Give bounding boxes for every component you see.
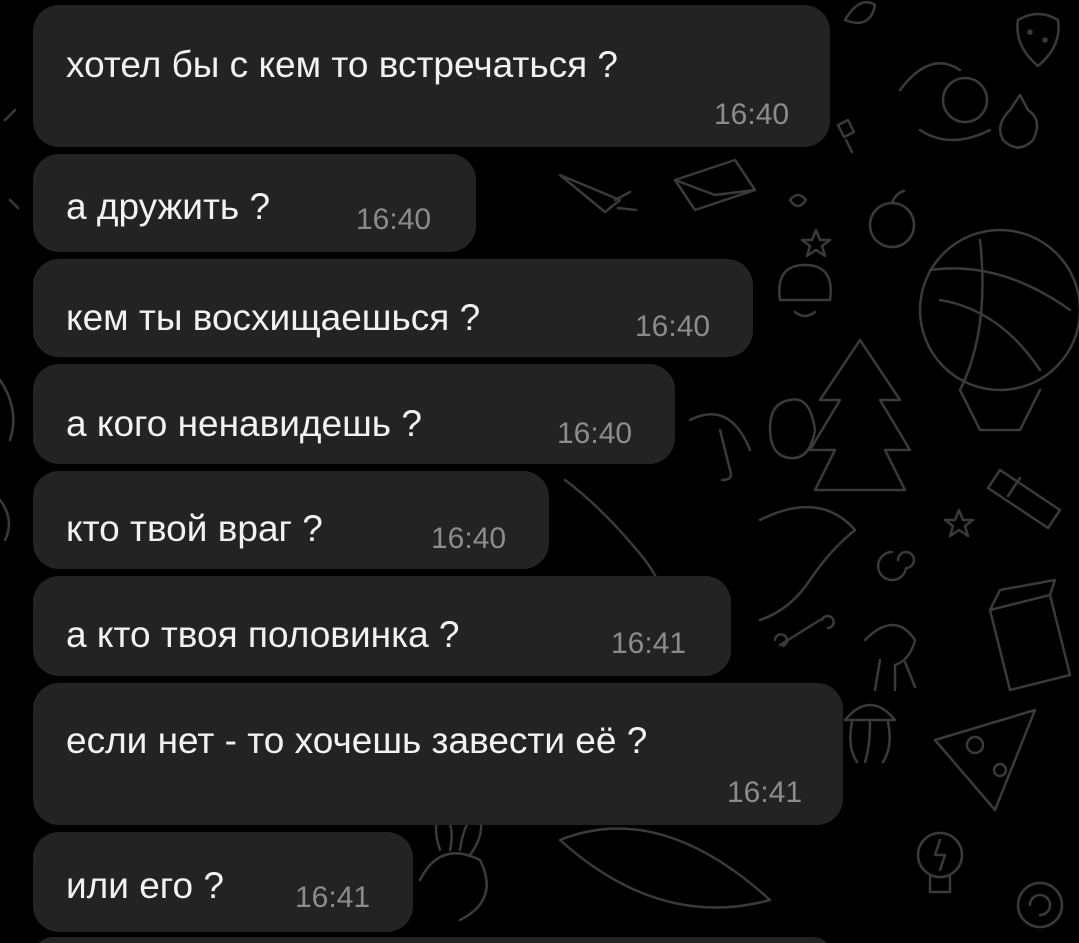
message-bubble[interactable]: если нет - то хочешь завести её ? 16:41 (33, 683, 843, 825)
message-text: а дружить ? (66, 186, 271, 227)
message-time: 16:41 (611, 627, 687, 660)
message-time: 16:41 (727, 776, 803, 809)
message-bubble[interactable]: а дружить ? 16:40 (33, 154, 476, 252)
message-text: если нет - то хочешь завести её ? (66, 720, 648, 761)
message-bubble[interactable]: кто твой враг ? 16:40 (33, 471, 549, 569)
message-bubble[interactable]: а кто твоя половинка ? 16:41 (33, 576, 731, 676)
message-time: 16:40 (635, 310, 711, 343)
message-text: а кого ненавидешь ? (66, 403, 422, 444)
message-bubble[interactable]: хотел бы с кем то встречаться ? 16:40 (33, 5, 830, 147)
message-bubble[interactable]: или его ? 16:41 (33, 832, 413, 932)
message-bubble-partial[interactable] (33, 937, 833, 943)
message-text: а кто твоя половинка ? (66, 614, 460, 655)
message-time: 16:40 (356, 203, 432, 236)
message-bubble[interactable]: кем ты восхищаешься ? 16:40 (33, 259, 753, 357)
message-text: кем ты восхищаешься ? (66, 297, 481, 338)
message-text: кто твой враг ? (66, 508, 323, 549)
message-time: 16:40 (431, 522, 507, 555)
message-time: 16:40 (714, 98, 790, 131)
message-bubble[interactable]: а кого ненавидешь ? 16:40 (33, 364, 675, 464)
message-text: хотел бы с кем то встречаться ? (66, 44, 619, 85)
chat-view[interactable]: хотел бы с кем то встречаться ? 16:40 а … (0, 0, 1079, 943)
message-text: или его ? (66, 865, 224, 906)
message-time: 16:40 (557, 417, 633, 450)
message-time: 16:41 (295, 881, 371, 914)
